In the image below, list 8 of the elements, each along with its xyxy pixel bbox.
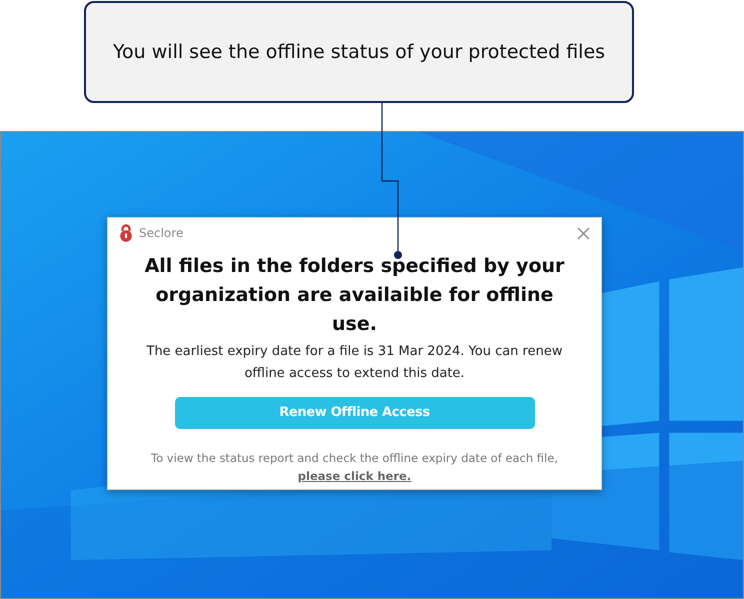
callout-box: You will see the offline status of your protected files — [84, 1, 634, 103]
status-report-link[interactable]: please click here. — [298, 467, 412, 485]
lock-icon — [119, 224, 133, 242]
dialog-heading: All files in the folders specified by your organization are availaible for offline use. — [144, 254, 566, 337]
close-icon — [576, 226, 590, 240]
app-name: Seclore — [139, 225, 184, 242]
dialog-message: The earliest expiry date for a file is 31 Mar 2024. You can renew offline access to extend this date. — [146, 343, 564, 383]
footer-text: To view the status report and check the offline expiry date of each file, — [150, 450, 559, 467]
